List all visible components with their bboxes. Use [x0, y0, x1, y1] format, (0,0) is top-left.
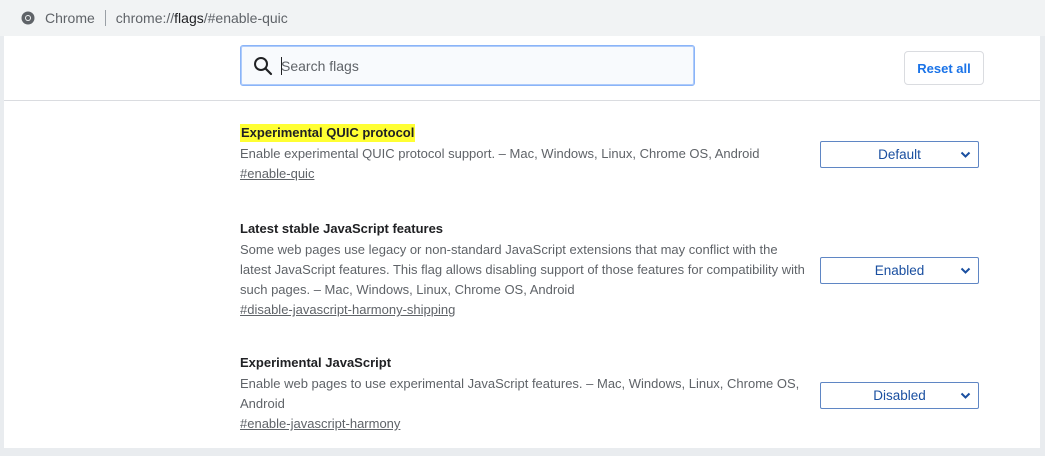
text-caret [281, 57, 282, 75]
reset-all-button[interactable]: Reset all [904, 51, 984, 85]
chevron-down-icon [960, 151, 971, 158]
omnibox[interactable]: Chrome chrome://flags/#enable-quic [0, 0, 1045, 36]
flag-title: Latest stable JavaScript features [240, 221, 444, 236]
flag-anchor-link[interactable]: #enable-quic [240, 164, 314, 184]
chrome-icon [21, 11, 35, 25]
search-box[interactable] [240, 45, 695, 86]
flags-header: Reset all [4, 36, 1040, 101]
flag-state-select[interactable]: Enabled [820, 257, 979, 284]
url-prefix: chrome:// [115, 10, 175, 26]
flag-description: Enable web pages to use experimental Jav… [240, 376, 800, 411]
chevron-down-icon [960, 392, 971, 399]
select-value: Enabled [874, 263, 925, 278]
flag-disable-javascript-harmony-shipping: Latest stable JavaScript features Some w… [240, 220, 1000, 320]
flag-description: Some web pages use legacy or non-standar… [240, 242, 805, 297]
flag-anchor-link[interactable]: #enable-javascript-harmony [240, 414, 400, 434]
flag-description: Enable experimental QUIC protocol suppor… [240, 146, 760, 161]
url-host: flags [174, 10, 204, 26]
site-name: Chrome [45, 10, 95, 26]
flag-state-select[interactable]: Disabled [820, 382, 979, 409]
search-icon [254, 56, 273, 75]
flag-anchor-link[interactable]: #disable-javascript-harmony-shipping [240, 300, 455, 320]
flag-title: Experimental QUIC protocol [240, 124, 416, 142]
url-suffix: /#enable-quic [203, 10, 288, 26]
search-input[interactable] [279, 56, 683, 75]
omnibox-divider [104, 10, 106, 26]
select-value: Disabled [873, 388, 926, 403]
chevron-down-icon [960, 267, 971, 274]
url-text[interactable]: chrome://flags/#enable-quic [116, 10, 288, 26]
flag-state-select[interactable]: Default [820, 141, 979, 168]
flag-title: Experimental JavaScript [240, 355, 392, 370]
flags-page: Reset all Experimental QUIC protocol Ena… [4, 36, 1040, 448]
flag-enable-javascript-harmony: Experimental JavaScript Enable web pages… [240, 354, 1000, 434]
select-value: Default [878, 147, 921, 162]
flag-enable-quic: Experimental QUIC protocol Enable experi… [240, 124, 1000, 184]
